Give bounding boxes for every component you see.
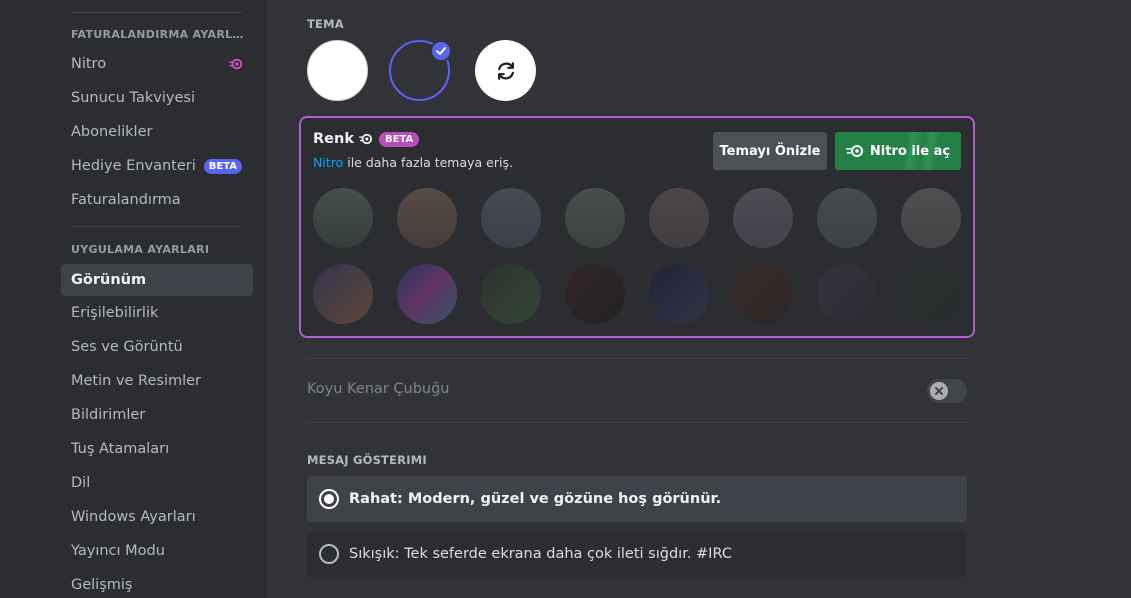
sidebar-item-label: Metin ve Resimler <box>71 373 202 389</box>
nitro-icon <box>845 145 863 157</box>
sidebar-item-label: Görünüm <box>71 272 147 288</box>
sidebar-item-advanced[interactable]: Gelişmiş <box>61 569 253 598</box>
sync-icon <box>497 61 514 80</box>
sidebar-item-windows-settings[interactable]: Windows Ayarları <box>61 501 253 533</box>
sidebar-item-label: Abonelikler <box>71 124 153 140</box>
color-swatch[interactable] <box>481 188 541 248</box>
color-title-text: Renk <box>313 131 354 147</box>
theme-sync-option[interactable] <box>475 40 536 101</box>
unlock-with-nitro-button[interactable]: Nitro ile aç <box>835 132 961 170</box>
sidebar-item-accessibility[interactable]: Erişilebilirlik <box>61 297 253 329</box>
beta-badge: BETA <box>378 131 420 147</box>
theme-light-option[interactable] <box>307 40 368 101</box>
dark-sidebar-toggle[interactable] <box>927 379 967 403</box>
nitro-icon <box>359 133 372 145</box>
color-swatch[interactable] <box>901 264 961 324</box>
color-swatch[interactable] <box>481 264 541 324</box>
color-swatch[interactable] <box>397 188 457 248</box>
sidebar-item-keybinds[interactable]: Tuş Atamaları <box>61 433 253 465</box>
selected-check-icon <box>430 40 452 62</box>
color-theme-title: Renk BETA <box>313 131 420 147</box>
divider <box>307 358 967 359</box>
color-swatch[interactable] <box>649 264 709 324</box>
sidebar-item-label: Ses ve Görüntü <box>71 339 183 355</box>
dark-sidebar-label: Koyu Kenar Çubuğu <box>307 381 450 397</box>
message-display-label: MESAJ GÖSTERIMI <box>307 453 427 467</box>
sidebar-item-server-boost[interactable]: Sunucu Takviyesi <box>61 82 253 114</box>
sidebar-item-label: Hediye Envanteri <box>71 158 196 174</box>
sidebar-item-billing[interactable]: Faturalandırma <box>61 184 253 216</box>
toggle-knob <box>930 382 948 400</box>
sidebar-item-label: Nitro <box>71 56 107 72</box>
color-swatch[interactable] <box>901 188 961 248</box>
color-swatch[interactable] <box>565 264 625 324</box>
preview-theme-button[interactable]: Temayı Önizle <box>713 132 827 170</box>
sidebar-item-label: Tuş Atamaları <box>71 441 170 457</box>
sidebar-header-app: UYGULAMA AYARLARI <box>71 243 210 256</box>
color-swatch[interactable] <box>649 188 709 248</box>
sidebar-item-label: Gelişmiş <box>71 577 133 593</box>
color-swatch[interactable] <box>313 264 373 324</box>
close-icon <box>935 387 943 395</box>
nitro-link[interactable]: Nitro <box>313 155 343 170</box>
radio-option-compact[interactable]: Sıkışık: Tek seferde ekrana daha çok ile… <box>307 531 967 577</box>
color-swatch[interactable] <box>817 264 877 324</box>
nitro-button-label: Nitro ile aç <box>869 143 951 159</box>
sidebar-item-notifications[interactable]: Bildirimler <box>61 399 253 431</box>
sidebar-item-text-images[interactable]: Metin ve Resimler <box>61 365 253 397</box>
sidebar-divider <box>71 12 242 13</box>
sidebar-item-streamer-mode[interactable]: Yayıncı Modu <box>61 535 253 567</box>
sidebar-item-label: Erişilebilirlik <box>71 305 159 321</box>
sidebar-divider <box>71 226 242 227</box>
nitro-icon <box>229 58 243 70</box>
radio-option-label: Rahat: Modern, güzel ve gözüne hoş görün… <box>349 491 722 507</box>
color-swatch[interactable] <box>733 264 793 324</box>
sidebar-item-voice-video[interactable]: Ses ve Görüntü <box>61 331 253 363</box>
color-swatch[interactable] <box>313 188 373 248</box>
sidebar-item-language[interactable]: Dil <box>61 467 253 499</box>
sidebar-item-label: Bildirimler <box>71 407 146 423</box>
sidebar-item-nitro[interactable]: Nitro <box>61 48 253 80</box>
radio-option-cozy[interactable]: Rahat: Modern, güzel ve gözüne hoş görün… <box>307 476 967 522</box>
subtitle-text: ile daha fazla temaya eriş. <box>343 155 513 170</box>
radio-option-label: Sıkışık: Tek seferde ekrana daha çok ile… <box>349 546 732 562</box>
beta-badge: BETA <box>203 158 243 174</box>
theme-section-label: TEMA <box>307 17 344 31</box>
color-swatch[interactable] <box>817 188 877 248</box>
sidebar-item-subscriptions[interactable]: Abonelikler <box>61 116 253 148</box>
radio-button-selected[interactable] <box>319 489 339 509</box>
sidebar-item-label: Windows Ayarları <box>71 509 196 525</box>
sidebar-item-label: Dil <box>71 475 91 491</box>
sidebar-header-billing: FATURALANDIRMA AYARLA... <box>71 28 247 41</box>
sidebar-item-label: Faturalandırma <box>71 192 181 208</box>
color-swatch[interactable] <box>565 188 625 248</box>
color-swatch[interactable] <box>733 188 793 248</box>
color-swatch[interactable] <box>397 264 457 324</box>
settings-sidebar: FATURALANDIRMA AYARLA... Nitro Sunucu Ta… <box>0 0 267 598</box>
sidebar-item-gift-inventory[interactable]: Hediye Envanteri BETA <box>61 150 253 182</box>
color-theme-subtitle: Nitro ile daha fazla temaya eriş. <box>313 155 513 170</box>
divider <box>307 422 967 423</box>
sidebar-item-appearance[interactable]: Görünüm <box>61 264 253 296</box>
radio-button[interactable] <box>319 544 339 564</box>
sidebar-item-label: Sunucu Takviyesi <box>71 90 195 106</box>
sidebar-item-label: Yayıncı Modu <box>71 543 165 559</box>
